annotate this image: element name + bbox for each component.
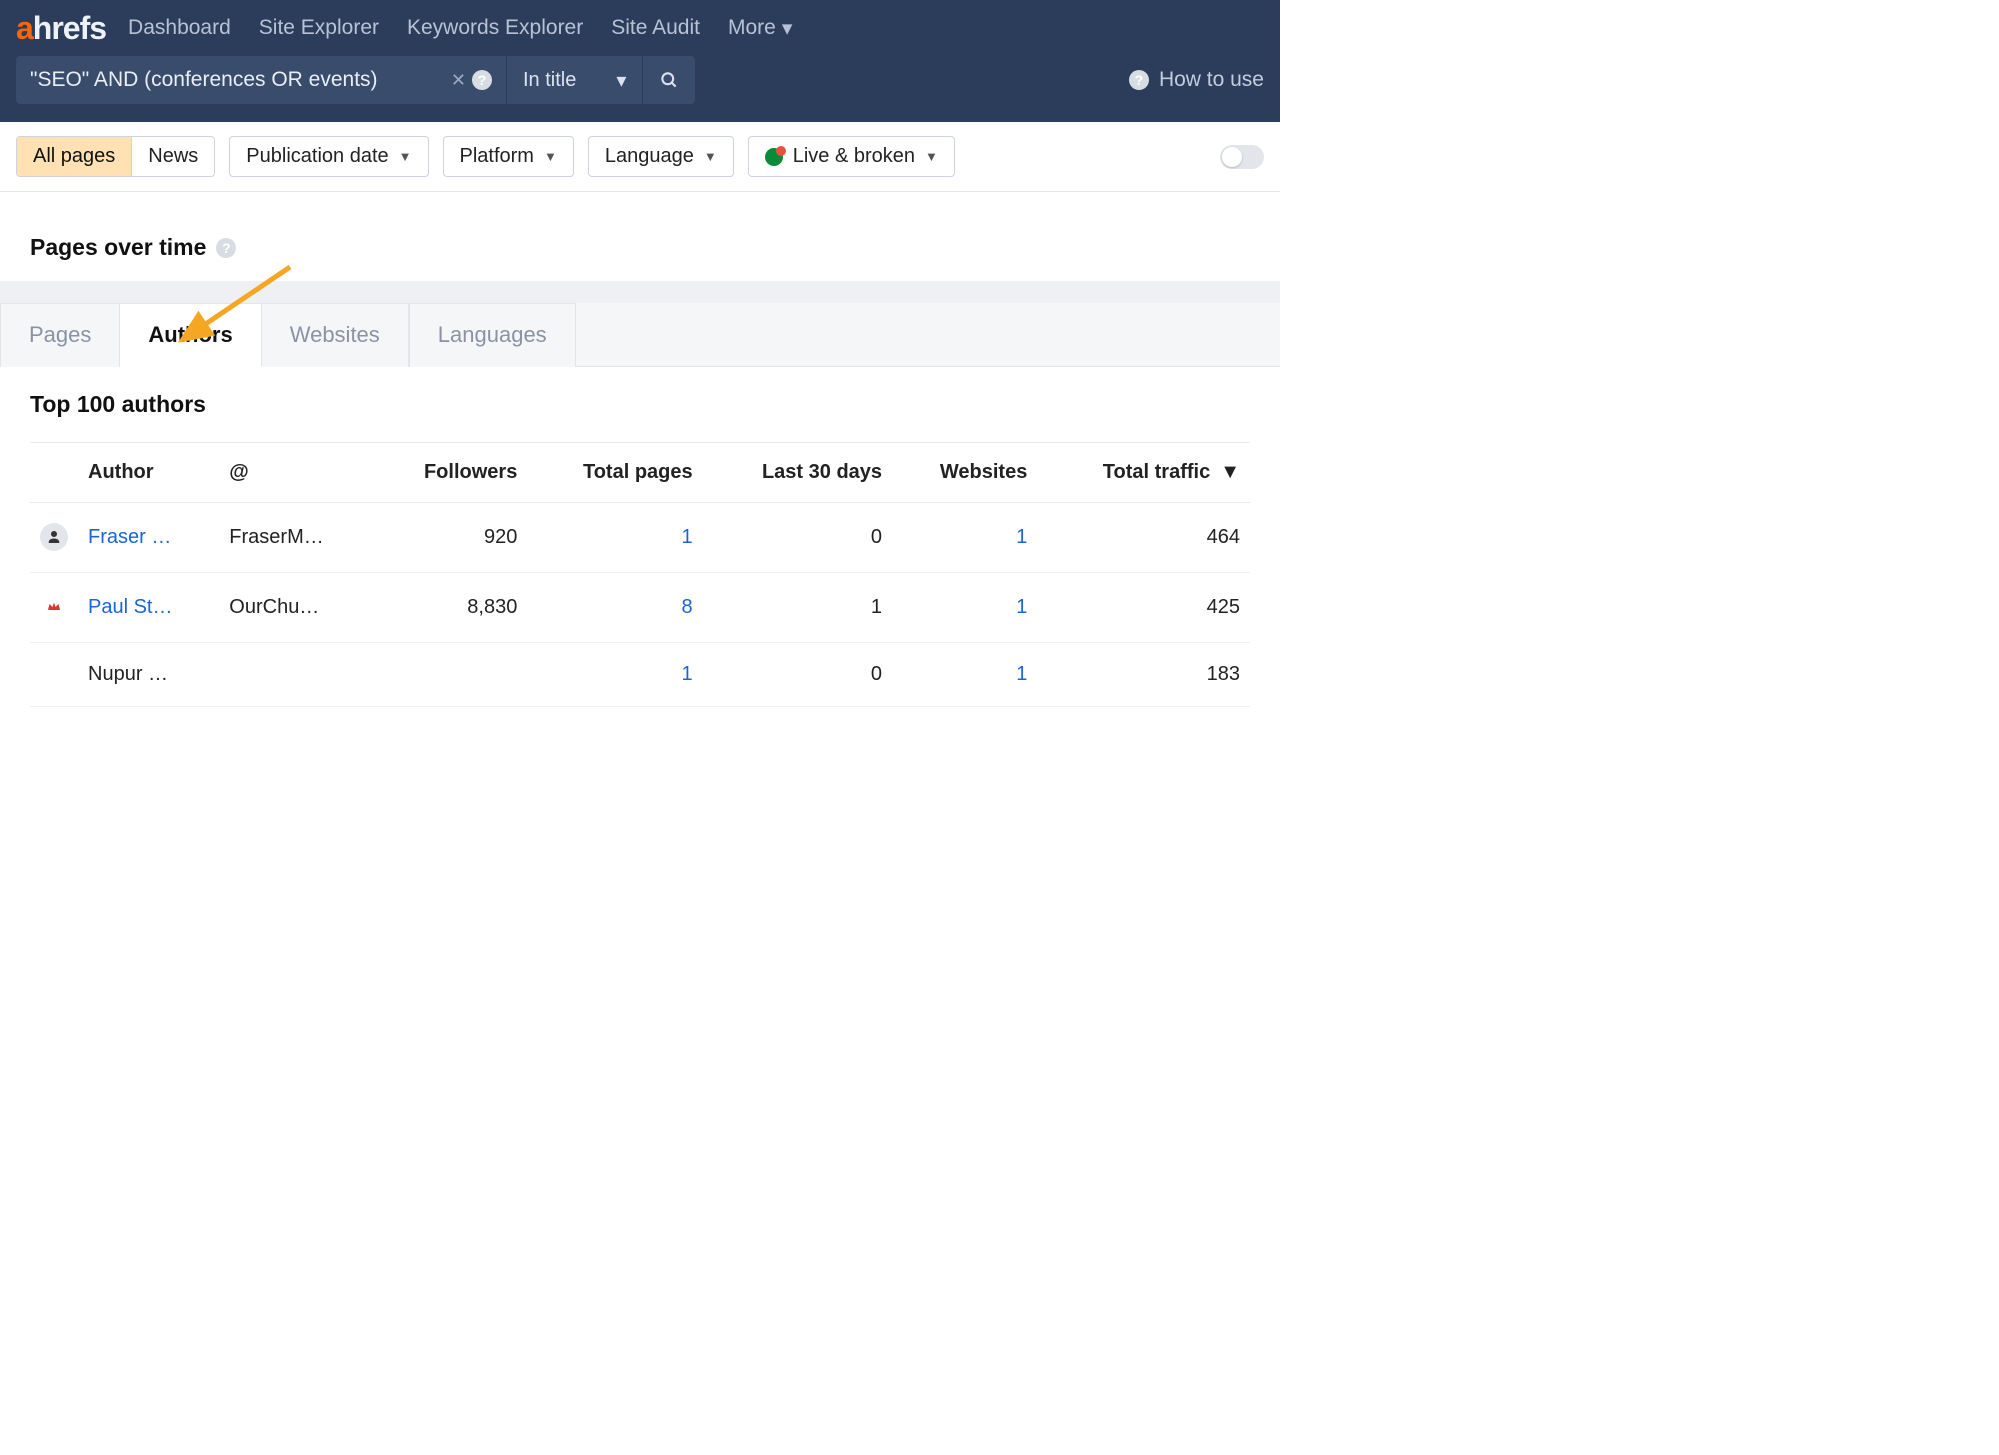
chevron-down-icon: ▼ bbox=[704, 149, 717, 164]
chevron-down-icon: ▼ bbox=[544, 149, 557, 164]
table-row: Paul St…OurChu…8,830811425 bbox=[30, 573, 1250, 643]
avatar bbox=[40, 593, 68, 621]
cell-total-pages[interactable]: 1 bbox=[682, 663, 693, 685]
brand-logo[interactable]: ahrefs bbox=[16, 12, 106, 44]
top-nav: Dashboard Site Explorer Keywords Explore… bbox=[128, 16, 792, 41]
status-icon bbox=[765, 148, 783, 166]
filter-platform[interactable]: Platform ▼ bbox=[443, 136, 574, 177]
pages-over-time-panel: Pages over time ? bbox=[0, 214, 1280, 281]
cell-websites[interactable]: 1 bbox=[1016, 526, 1027, 548]
nav-keywords-explorer[interactable]: Keywords Explorer bbox=[407, 16, 583, 40]
how-to-use-label: How to use bbox=[1159, 68, 1264, 92]
cell-handle bbox=[219, 643, 374, 707]
help-icon[interactable]: ? bbox=[216, 238, 236, 258]
cell-total-pages[interactable]: 8 bbox=[682, 596, 693, 618]
cell-last30: 0 bbox=[703, 643, 892, 707]
cell-handle: OurChu… bbox=[219, 573, 374, 643]
author-link[interactable]: Paul St… bbox=[88, 596, 172, 618]
nav-dashboard[interactable]: Dashboard bbox=[128, 16, 231, 40]
cell-handle: FraserM… bbox=[219, 503, 374, 573]
search-scope-select[interactable]: In title ▾ bbox=[506, 56, 642, 104]
table-row: Fraser …FraserM…920101464 bbox=[30, 503, 1250, 573]
nav-more[interactable]: More ▾ bbox=[728, 16, 792, 41]
tab-all-pages[interactable]: All pages bbox=[17, 137, 131, 176]
search-scope-label: In title bbox=[523, 69, 576, 92]
table-row: Nupur …101183 bbox=[30, 643, 1250, 707]
filter-platform-label: Platform bbox=[460, 145, 534, 168]
col-websites[interactable]: Websites bbox=[892, 443, 1037, 503]
result-tabs: Pages Authors Websites Languages bbox=[0, 303, 1280, 367]
col-total-traffic[interactable]: Total traffic▼ bbox=[1037, 443, 1250, 503]
cell-followers bbox=[374, 643, 527, 707]
cell-last30: 1 bbox=[703, 573, 892, 643]
logo-a: a bbox=[16, 10, 33, 46]
sort-desc-icon: ▼ bbox=[1220, 461, 1240, 484]
filter-status[interactable]: Live & broken ▼ bbox=[748, 136, 955, 177]
table-title: Top 100 authors bbox=[30, 391, 1250, 418]
logo-rest: hrefs bbox=[33, 10, 106, 46]
search-group: ✕ ? In title ▾ bbox=[16, 56, 695, 104]
author-link[interactable]: Fraser … bbox=[88, 526, 171, 548]
col-followers[interactable]: Followers bbox=[374, 443, 527, 503]
cell-followers: 920 bbox=[374, 503, 527, 573]
col-handle[interactable]: @ bbox=[219, 443, 374, 503]
author-link: Nupur … bbox=[88, 663, 168, 685]
tab-news[interactable]: News bbox=[131, 137, 214, 176]
chevron-down-icon: ▼ bbox=[399, 149, 412, 164]
tab-websites[interactable]: Websites bbox=[262, 303, 409, 367]
cell-websites[interactable]: 1 bbox=[1016, 663, 1027, 685]
tab-pages[interactable]: Pages bbox=[0, 303, 120, 367]
search-box[interactable]: ✕ ? bbox=[16, 56, 506, 104]
how-to-use-link[interactable]: ? How to use bbox=[1129, 68, 1264, 92]
nav-more-label: More bbox=[728, 16, 776, 40]
search-button[interactable] bbox=[642, 56, 695, 104]
cell-traffic: 425 bbox=[1037, 573, 1250, 643]
avatar bbox=[40, 523, 68, 551]
help-icon: ? bbox=[1129, 70, 1149, 90]
filter-language[interactable]: Language ▼ bbox=[588, 136, 734, 177]
col-author[interactable]: Author bbox=[78, 443, 219, 503]
filter-bar: All pages News Publication date ▼ Platfor… bbox=[0, 122, 1280, 192]
cell-websites[interactable]: 1 bbox=[1016, 596, 1027, 618]
col-total-pages[interactable]: Total pages bbox=[527, 443, 702, 503]
clear-icon[interactable]: ✕ bbox=[445, 70, 472, 91]
cell-traffic: 183 bbox=[1037, 643, 1250, 707]
cell-last30: 0 bbox=[703, 503, 892, 573]
cell-traffic: 464 bbox=[1037, 503, 1250, 573]
cell-followers: 8,830 bbox=[374, 573, 527, 643]
tab-languages[interactable]: Languages bbox=[409, 303, 576, 367]
nav-site-explorer[interactable]: Site Explorer bbox=[259, 16, 379, 40]
search-input[interactable] bbox=[30, 68, 445, 92]
page-scope-tabs: All pages News bbox=[16, 136, 215, 177]
search-help-icon[interactable]: ? bbox=[472, 70, 492, 90]
filter-language-label: Language bbox=[605, 145, 694, 168]
filter-status-label: Live & broken bbox=[793, 145, 915, 168]
chevron-down-icon: ▾ bbox=[616, 68, 626, 93]
view-toggle[interactable] bbox=[1220, 145, 1264, 169]
chevron-down-icon: ▼ bbox=[925, 149, 938, 164]
tab-authors[interactable]: Authors bbox=[120, 303, 261, 367]
pages-over-time-title: Pages over time bbox=[30, 234, 206, 261]
filter-publication-date[interactable]: Publication date ▼ bbox=[229, 136, 428, 177]
col-last-30[interactable]: Last 30 days bbox=[703, 443, 892, 503]
filter-publication-date-label: Publication date bbox=[246, 145, 388, 168]
nav-site-audit[interactable]: Site Audit bbox=[611, 16, 700, 40]
cell-total-pages[interactable]: 1 bbox=[682, 526, 693, 548]
search-icon bbox=[659, 70, 679, 90]
authors-table: Author @ Followers Total pages Last 30 d… bbox=[30, 442, 1250, 707]
chevron-down-icon: ▾ bbox=[782, 16, 793, 41]
